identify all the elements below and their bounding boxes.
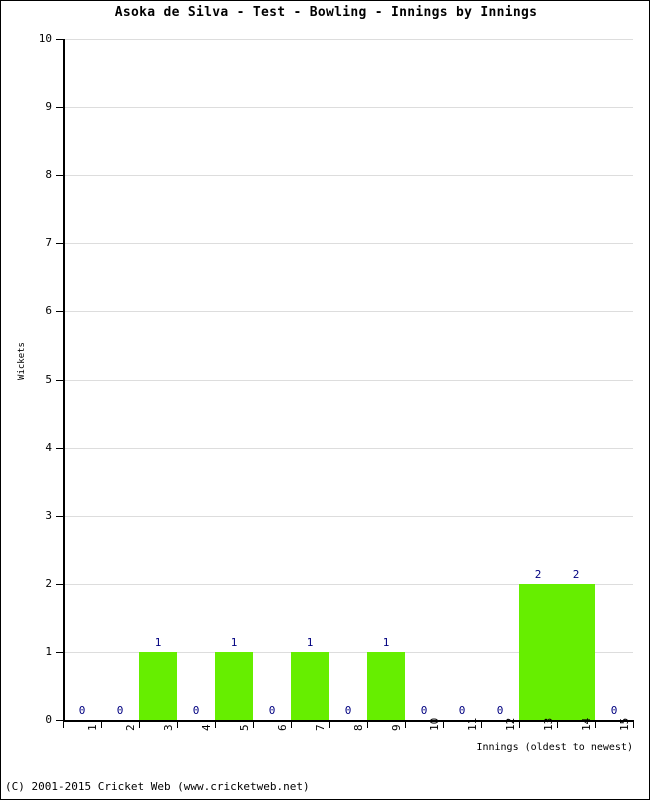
x-tick-label: 13 (542, 717, 555, 731)
gridline (63, 447, 633, 449)
x-tick-mark (405, 722, 406, 728)
bar-value-label: 0 (78, 704, 86, 717)
x-tick-mark (177, 722, 178, 728)
y-tick-label: 6 (45, 304, 52, 318)
x-tick-mark (557, 722, 558, 728)
x-tick-mark (595, 722, 596, 728)
y-tick-label: 10 (38, 32, 52, 45)
y-tick-label: 0 (45, 713, 52, 726)
gridline (63, 311, 633, 313)
gridline (63, 243, 633, 245)
y-tick-mark (56, 39, 63, 40)
y-tick-label: 3 (45, 508, 52, 522)
bar-value-label: 1 (154, 635, 162, 649)
bar (215, 651, 253, 720)
y-tick-label: 8 (45, 168, 52, 182)
y-tick-mark (56, 583, 63, 585)
bar (557, 583, 595, 720)
bar (519, 583, 557, 720)
x-tick-label: 11 (466, 717, 479, 731)
y-axis-title: Wickets (17, 342, 27, 380)
x-tick-mark (367, 722, 368, 728)
x-tick-mark (443, 722, 444, 728)
gridline (63, 515, 633, 517)
page-title: Asoka de Silva - Test - Bowling - Inning… (114, 5, 538, 20)
y-tick-mark (56, 447, 63, 449)
y-tick-mark (56, 515, 63, 517)
bar (291, 651, 329, 720)
plot-area (63, 39, 633, 720)
y-tick-label: 2 (45, 576, 52, 590)
x-tick-label: 3 (162, 724, 175, 731)
x-axis-title: Innings (oldest to newest) (476, 742, 633, 753)
y-tick-mark (56, 107, 63, 109)
y-axis-line (63, 39, 65, 721)
x-tick-label: 2 (124, 724, 137, 731)
y-tick-mark (56, 379, 63, 381)
bar-value-label: 2 (572, 567, 580, 581)
gridline (63, 175, 633, 177)
x-tick-mark (215, 722, 216, 728)
x-tick-label: 8 (352, 724, 365, 731)
x-tick-mark (519, 722, 520, 728)
x-tick-label: 12 (504, 717, 517, 731)
bar-value-label: 1 (230, 635, 238, 649)
x-tick-label: 6 (276, 724, 289, 731)
x-tick-label: 7 (314, 724, 327, 731)
x-tick-mark (481, 722, 482, 728)
y-tick-label: 1 (45, 644, 52, 658)
x-tick-label: 9 (390, 724, 403, 731)
x-tick-label: 1 (86, 724, 99, 731)
x-tick-mark (253, 722, 254, 728)
y-tick-label: 7 (45, 236, 52, 250)
bar-value-label: 0 (458, 704, 466, 717)
x-tick-mark (291, 722, 292, 728)
x-tick-label: 10 (428, 717, 441, 731)
bar-value-label: 1 (382, 635, 390, 649)
bar-value-label: 0 (610, 704, 618, 717)
y-tick-label: 4 (45, 440, 52, 454)
bar-value-label: 0 (420, 704, 428, 717)
bar-value-label: 0 (116, 704, 124, 717)
y-tick-mark (56, 720, 63, 721)
bar (139, 651, 177, 720)
gridline (63, 379, 633, 381)
gridline (63, 107, 633, 109)
bar-value-label: 2 (534, 567, 542, 581)
y-tick-mark (56, 651, 63, 653)
x-tick-label: 14 (580, 717, 593, 731)
chart-page: Asoka de Silva - Test - Bowling - Inning… (0, 0, 650, 800)
x-tick-label: 15 (618, 717, 631, 731)
bar-value-label: 0 (268, 704, 276, 717)
bar-value-label: 0 (344, 704, 352, 717)
x-tick-mark (101, 722, 102, 728)
y-tick-mark (56, 243, 63, 245)
bar-value-label: 1 (306, 635, 314, 649)
x-tick-mark (63, 722, 64, 728)
y-tick-mark (56, 311, 63, 313)
bar (367, 651, 405, 720)
x-tick-label: 5 (238, 724, 251, 731)
bar-value-label: 0 (192, 704, 200, 717)
x-tick-mark (329, 722, 330, 728)
bar-value-label: 0 (496, 704, 504, 717)
gridline (63, 39, 633, 40)
copyright-footer: (C) 2001-2015 Cricket Web (www.cricketwe… (5, 780, 310, 793)
y-tick-label: 9 (45, 100, 52, 114)
x-tick-mark (139, 722, 140, 728)
x-tick-label: 4 (200, 724, 213, 731)
y-tick-mark (56, 175, 63, 177)
x-tick-mark (633, 722, 634, 728)
